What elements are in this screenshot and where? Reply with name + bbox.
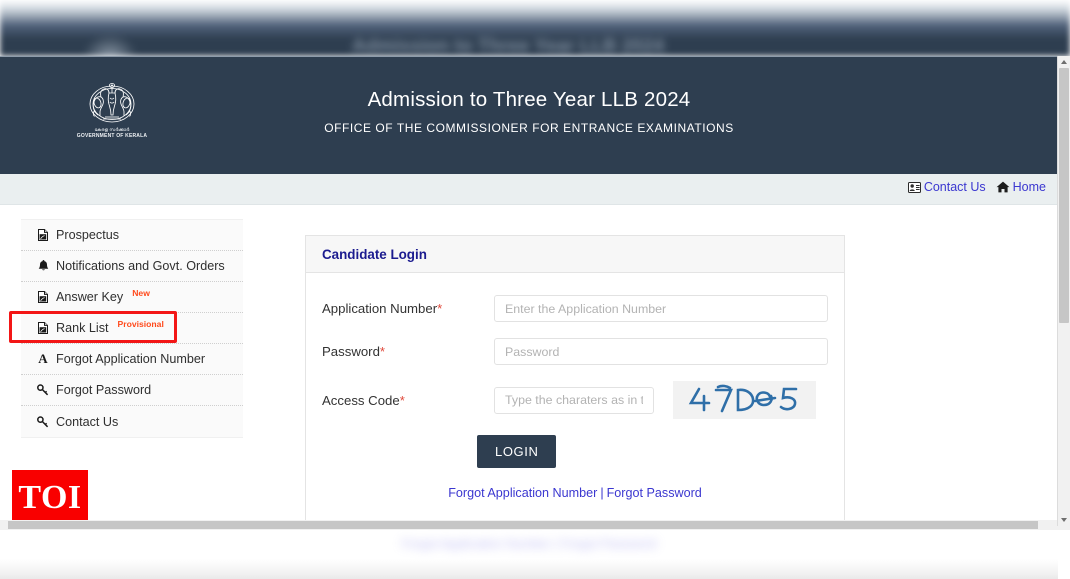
access-code-input[interactable] — [494, 386, 654, 414]
pdf-file-icon — [37, 322, 49, 334]
sidebar-item-label: Forgot Application Number — [56, 352, 206, 366]
page-subtitle: OFFICE OF THE COMMISSIONER FOR ENTRANCE … — [324, 121, 734, 135]
sidebar-item-answer-key[interactable]: Answer Key New — [21, 282, 243, 313]
id-card-icon — [907, 181, 921, 193]
sidebar-item-label: Forgot Password — [56, 383, 152, 397]
link-separator: | — [600, 486, 604, 500]
pdf-file-icon — [37, 229, 49, 241]
submit-row: LOGIN — [322, 435, 828, 468]
browser-screenshot: Admission to Three Year LLB 2024 കേരള സർ… — [0, 0, 1070, 579]
sidebar-item-label: Answer Key — [56, 290, 124, 304]
password-label-text: Password — [322, 344, 380, 359]
required-marker: * — [437, 301, 443, 316]
sidebar-item-forgot-application-number[interactable]: A Forgot Application Number — [21, 344, 243, 375]
sidebar-item-badge: New — [132, 288, 150, 298]
sidebar-item-rank-list[interactable]: Rank List Provisional — [21, 313, 243, 344]
scroll-up-arrow-icon[interactable] — [1058, 56, 1070, 68]
scroll-down-arrow-icon[interactable] — [1058, 514, 1070, 526]
login-footer-links: Forgot Application Number | Forgot Passwor… — [322, 468, 828, 514]
home-icon — [996, 181, 1010, 193]
horizontal-scrollbar[interactable] — [0, 520, 1058, 530]
pdf-file-icon — [37, 291, 49, 303]
horizontal-scrollbar-thumb[interactable] — [8, 521, 1038, 529]
sidebar-item-label: Notifications and Govt. Orders — [56, 259, 225, 273]
scroll-ghost-bottom: Forgot Application Number | Forgot Passw… — [0, 529, 1058, 579]
sidebar-menu: Prospectus Notifications and Govt. Order… — [21, 219, 243, 438]
bell-icon — [37, 260, 49, 272]
required-marker: * — [399, 392, 405, 408]
ghost-emblem — [82, 34, 138, 56]
application-number-input[interactable] — [494, 295, 828, 322]
login-form: Application Number* Password* Access Cod… — [306, 273, 844, 520]
scroll-ghost-top: Admission to Three Year LLB 2024 — [0, 0, 1070, 56]
candidate-login-panel: Candidate Login Application Number* Pass… — [305, 235, 845, 521]
vertical-scrollbar-thumb[interactable] — [1059, 68, 1069, 323]
captcha-glyphs — [688, 384, 797, 413]
sidebar-item-forgot-password[interactable]: Forgot Password — [21, 375, 243, 406]
ghost-header-title: Admission to Three Year LLB 2024 — [352, 36, 665, 56]
captcha-image — [673, 381, 816, 419]
form-row-password: Password* — [322, 338, 828, 365]
application-number-label: Application Number* — [322, 301, 494, 316]
form-row-access-code: Access Code* — [322, 381, 828, 419]
main-body: Prospectus Notifications and Govt. Order… — [0, 205, 1058, 526]
password-label: Password* — [322, 344, 494, 359]
toi-watermark-logo: TOI — [12, 470, 88, 526]
page-title: Admission to Three Year LLB 2024 — [367, 88, 691, 111]
site-header: കേരള സർക്കാർ GOVERNMENT OF KERALA Admiss… — [0, 56, 1058, 174]
access-code-label-text: Access Code — [322, 392, 400, 408]
access-code-label: Access Code* — [322, 393, 494, 408]
page-content: കേരള സർക്കാർ GOVERNMENT OF KERALA Admiss… — [0, 56, 1058, 526]
application-number-label-text: Application Number — [322, 301, 438, 316]
sidebar-item-prospectus[interactable]: Prospectus — [21, 220, 243, 251]
key-icon — [37, 415, 49, 428]
password-input[interactable] — [494, 338, 828, 365]
sidebar-item-label: Prospectus — [56, 228, 119, 242]
panel-title: Candidate Login — [306, 236, 844, 273]
forgot-password-link[interactable]: Forgot Password — [607, 486, 702, 500]
required-marker: * — [379, 344, 386, 359]
key-icon — [37, 384, 49, 396]
sidebar-item-contact-us[interactable]: Contact Us — [21, 406, 243, 437]
nav-link-home[interactable]: Home — [996, 180, 1046, 194]
form-row-application-number: Application Number* — [322, 295, 828, 322]
sidebar-item-badge: Provisional — [117, 319, 164, 329]
sidebar-item-label: Rank List — [56, 321, 109, 335]
utility-navbar: Contact Us Home — [0, 174, 1058, 205]
nav-link-contact-us-label: Contact Us — [923, 180, 986, 194]
toi-watermark-label: TOI — [18, 479, 82, 516]
sidebar-item-notifications[interactable]: Notifications and Govt. Orders — [21, 251, 243, 282]
letter-a-icon: A — [38, 351, 48, 366]
forgot-application-number-link[interactable]: Forgot Application Number — [448, 486, 597, 500]
nav-link-contact-us[interactable]: Contact Us — [907, 180, 986, 194]
sidebar-item-label: Contact Us — [56, 414, 119, 429]
header-titles: Admission to Three Year LLB 2024 OFFICE … — [0, 87, 1058, 138]
nav-link-home-label: Home — [1012, 180, 1046, 194]
login-button[interactable]: LOGIN — [477, 435, 557, 468]
utility-nav-links: Contact Us Home — [907, 180, 1046, 194]
vertical-scrollbar[interactable] — [1057, 56, 1070, 526]
ghost-footer-links: Forgot Application Number | Forgot Passw… — [401, 537, 657, 551]
